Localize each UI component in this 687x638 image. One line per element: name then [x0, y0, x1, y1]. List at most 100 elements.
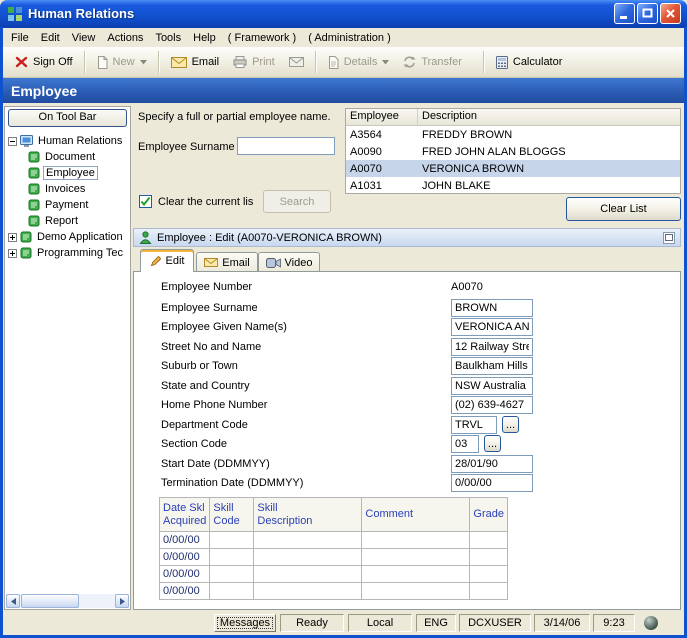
navigation-tree: Human Relations Document Employee Invoic…	[8, 133, 129, 261]
given-names-field[interactable]	[451, 318, 533, 336]
termination-date-field[interactable]	[451, 474, 533, 492]
chevron-down-icon	[382, 60, 389, 65]
close-icon	[665, 8, 676, 19]
status-ready: Ready	[280, 614, 344, 632]
clear-list-checkbox[interactable]	[139, 195, 152, 208]
sidebar-item-demo-application[interactable]: Demo Application	[8, 229, 129, 245]
scroll-right-button[interactable]	[115, 594, 129, 608]
surname-field[interactable]	[451, 299, 533, 317]
column-header-grade[interactable]: Grade	[470, 498, 508, 532]
on-tool-bar-button[interactable]: On Tool Bar	[8, 109, 127, 127]
grade-cell[interactable]	[470, 566, 508, 583]
expand-expander-icon[interactable]	[8, 233, 17, 242]
column-header-skill-code[interactable]: Skill Code	[210, 498, 254, 532]
menu-view[interactable]: View	[66, 30, 102, 46]
sign-off-button[interactable]: Sign Off	[8, 52, 80, 72]
comment-cell[interactable]	[362, 583, 470, 600]
skill-code-cell[interactable]	[210, 583, 254, 600]
toolbar-separator	[158, 51, 160, 73]
menu-bar: File Edit View Actions Tools Help ( Fram…	[3, 28, 684, 47]
comment-cell[interactable]	[362, 532, 470, 549]
menu-edit[interactable]: Edit	[35, 30, 66, 46]
maximize-button[interactable]	[637, 3, 658, 24]
surname-input[interactable]	[237, 137, 335, 155]
tree-root[interactable]: Human Relations	[8, 133, 129, 149]
start-date-field[interactable]	[451, 455, 533, 473]
minimize-button[interactable]	[614, 3, 635, 24]
panel-collapse-icon[interactable]	[663, 232, 675, 244]
department-lookup-button[interactable]: ...	[502, 416, 519, 433]
menu-administration[interactable]: ( Administration )	[302, 30, 397, 46]
skill-code-cell[interactable]	[210, 566, 254, 583]
skill-description-cell[interactable]	[254, 549, 362, 566]
column-header-description[interactable]: Description	[418, 109, 680, 125]
table-row[interactable]: A3564 FREDDY BROWN	[346, 126, 680, 143]
checkmark-icon	[140, 196, 151, 207]
collapse-expander-icon[interactable]	[8, 137, 17, 146]
state-country-field[interactable]	[451, 377, 533, 395]
mail-button[interactable]	[282, 53, 311, 71]
sidebar-item-programming[interactable]: Programming Tec	[8, 245, 129, 261]
sidebar-item-payment[interactable]: Payment	[28, 197, 129, 213]
table-row[interactable]: A1031 JOHN BLAKE	[346, 177, 680, 194]
skill-description-cell[interactable]	[254, 532, 362, 549]
details-button[interactable]: Details	[321, 52, 397, 73]
skill-code-cell[interactable]	[210, 549, 254, 566]
sidebar-item-employee[interactable]: Employee	[28, 165, 129, 181]
menu-actions[interactable]: Actions	[101, 30, 149, 46]
date-acquired-cell[interactable]: 0/00/00	[160, 583, 210, 600]
section-code-field[interactable]	[451, 435, 479, 453]
comment-cell[interactable]	[362, 549, 470, 566]
tab-video[interactable]: Video	[258, 252, 320, 272]
navigation-panel: On Tool Bar Human Relations Document Emp…	[4, 106, 131, 610]
pencil-icon	[150, 255, 162, 267]
tab-email[interactable]: Email	[196, 252, 258, 272]
messages-button[interactable]: Messages	[214, 614, 276, 632]
department-code-field[interactable]	[451, 416, 497, 434]
print-button[interactable]: Print	[226, 52, 282, 72]
menu-help[interactable]: Help	[187, 30, 222, 46]
sidebar-item-report[interactable]: Report	[28, 213, 129, 229]
column-header-comment[interactable]: Comment	[362, 498, 470, 532]
table-row-selected[interactable]: A0070 VERONICA BROWN	[346, 160, 680, 177]
expand-expander-icon[interactable]	[8, 249, 17, 258]
horizontal-scrollbar[interactable]	[6, 594, 129, 608]
skill-description-cell[interactable]	[254, 583, 362, 600]
close-button[interactable]	[660, 3, 681, 24]
menu-framework[interactable]: ( Framework )	[222, 30, 302, 46]
scroll-left-button[interactable]	[6, 594, 20, 608]
window-title: Human Relations	[28, 6, 134, 21]
column-header-date-acquired[interactable]: Date Skl Acquired	[160, 498, 210, 532]
home-phone-field[interactable]	[451, 396, 533, 414]
menu-file[interactable]: File	[5, 30, 35, 46]
date-acquired-cell[interactable]: 0/00/00	[160, 532, 210, 549]
date-acquired-cell[interactable]: 0/00/00	[160, 549, 210, 566]
clear-list-button[interactable]: Clear List	[566, 197, 681, 221]
skill-description-cell[interactable]	[254, 566, 362, 583]
table-row[interactable]: A0090 FRED JOHN ALAN BLOGGS	[346, 143, 680, 160]
street-field[interactable]	[451, 338, 533, 356]
column-header-employee[interactable]: Employee	[346, 109, 418, 125]
search-button[interactable]: Search	[263, 190, 331, 213]
new-button[interactable]: New	[90, 52, 154, 73]
grade-cell[interactable]	[470, 583, 508, 600]
menu-tools[interactable]: Tools	[149, 30, 187, 46]
grade-cell[interactable]	[470, 532, 508, 549]
sidebar-item-invoices[interactable]: Invoices	[28, 181, 129, 197]
sidebar-item-document[interactable]: Document	[28, 149, 129, 165]
scrollbar-thumb[interactable]	[21, 594, 79, 608]
calculator-button[interactable]: Calculator	[489, 52, 570, 73]
column-header-skill-description[interactable]: Skill Description	[254, 498, 362, 532]
tab-edit[interactable]: Edit	[140, 249, 194, 272]
skill-code-cell[interactable]	[210, 532, 254, 549]
comment-cell[interactable]	[362, 566, 470, 583]
app-icon	[7, 6, 23, 22]
section-lookup-button[interactable]: ...	[484, 435, 501, 452]
transfer-button[interactable]: Transfer	[396, 52, 469, 72]
title-bar[interactable]: Human Relations	[0, 0, 687, 28]
email-button[interactable]: Email	[164, 52, 227, 72]
tree-root-label[interactable]: Human Relations	[36, 135, 124, 147]
date-acquired-cell[interactable]: 0/00/00	[160, 566, 210, 583]
suburb-field[interactable]	[451, 357, 533, 375]
grade-cell[interactable]	[470, 549, 508, 566]
